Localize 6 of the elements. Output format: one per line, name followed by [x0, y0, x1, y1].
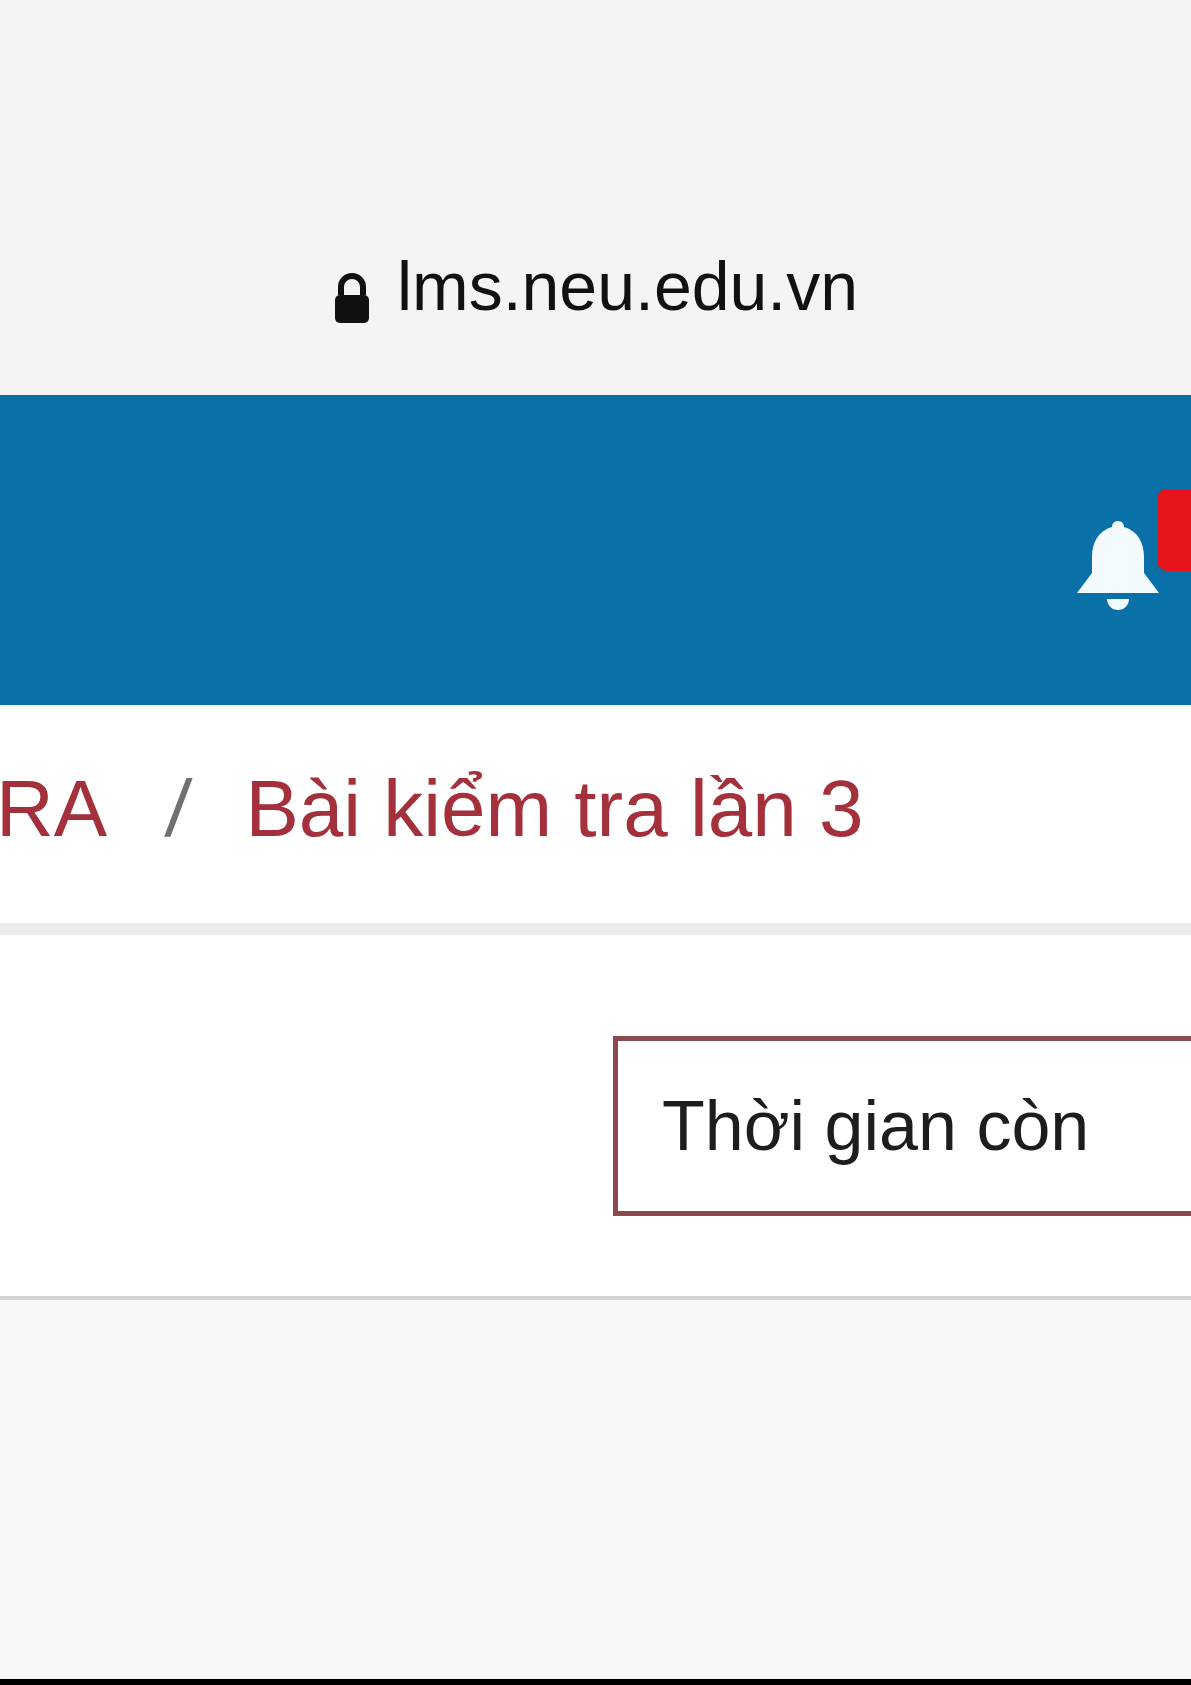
time-remaining-label: Thời gian còn	[662, 1085, 1090, 1166]
url-text[interactable]: lms.neu.edu.vn	[396, 247, 859, 325]
breadcrumb-link[interactable]: RA	[0, 763, 108, 855]
bell-icon[interactable]	[1075, 519, 1161, 611]
breadcrumb-link[interactable]: Bài kiểm tra lần 3	[245, 763, 864, 855]
breadcrumb-separator: /	[162, 763, 195, 855]
